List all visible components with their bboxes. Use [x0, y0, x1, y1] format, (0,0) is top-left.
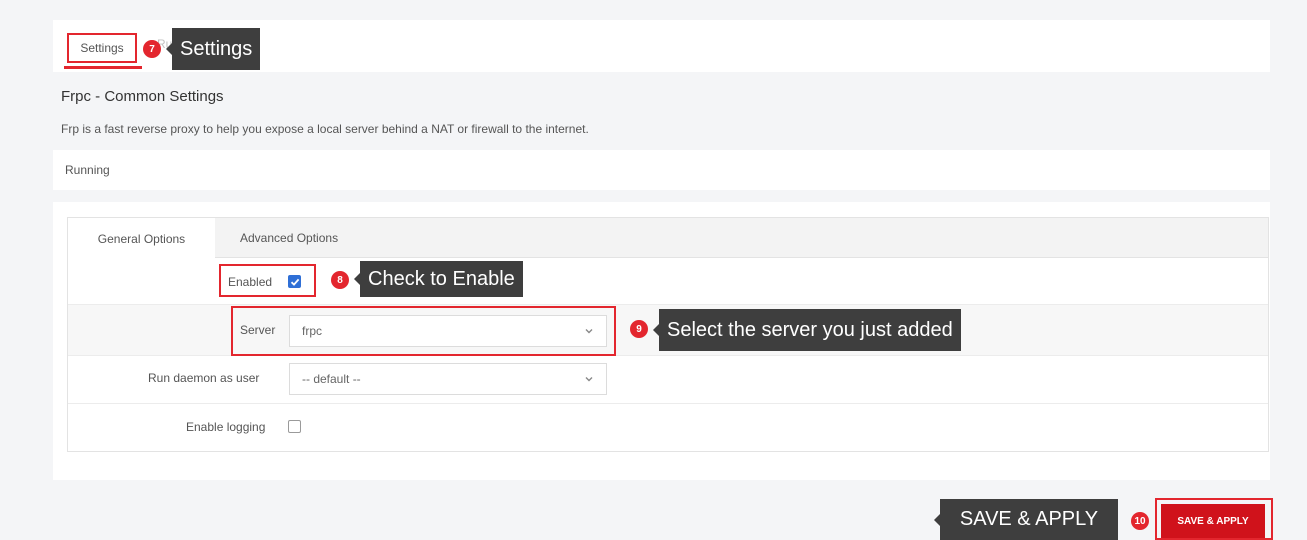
step-7-callout: Settings	[165, 28, 261, 70]
run-daemon-label: Run daemon as user	[148, 371, 260, 385]
enabled-label: Enabled	[228, 275, 273, 289]
tab-active-indicator	[64, 66, 142, 69]
tab-general-options[interactable]: General Options	[68, 218, 215, 259]
page-description: Frp is a fast reverse proxy to help you …	[61, 122, 589, 136]
page-title: Frpc - Common Settings	[61, 88, 224, 105]
step-10-callout-text: SAVE & APPLY	[959, 508, 1099, 530]
chevron-down-icon	[585, 377, 593, 382]
step-9-callout: Select the server you just added	[653, 309, 961, 351]
server-select[interactable]: frpc	[289, 315, 607, 347]
step-10-callout: SAVE & APPLY	[934, 499, 1118, 540]
save-apply-button[interactable]: SAVE & APPLY	[1161, 504, 1265, 538]
step-8-callout: Check to Enable	[354, 261, 523, 297]
server-select-value: frpc	[302, 324, 323, 338]
logging-label: Enable logging	[186, 420, 266, 434]
step-9-badge: 9	[630, 320, 648, 338]
step-8-callout-text: Check to Enable	[368, 267, 515, 290]
enabled-checkbox[interactable]	[288, 275, 301, 288]
run-daemon-select-value: -- default --	[302, 372, 361, 386]
logging-checkbox[interactable]	[288, 420, 301, 433]
checkmark-icon	[290, 278, 299, 286]
chevron-down-icon	[585, 329, 593, 334]
tab-advanced-options[interactable]: Advanced Options	[240, 231, 338, 245]
step-8-badge: 8	[331, 271, 349, 289]
step-7-badge: 7	[143, 40, 161, 58]
step-7-callout-text: Settings	[180, 37, 253, 60]
step-9-callout-text: Select the server you just added	[667, 318, 953, 341]
tab-settings[interactable]: Settings	[67, 33, 137, 63]
step-10-badge: 10	[1131, 512, 1149, 530]
status-box: Running	[53, 150, 1270, 190]
row-divider	[68, 403, 1268, 404]
server-label: Server	[240, 323, 276, 337]
status-text: Running	[65, 163, 110, 177]
run-daemon-select[interactable]: -- default --	[289, 363, 607, 395]
